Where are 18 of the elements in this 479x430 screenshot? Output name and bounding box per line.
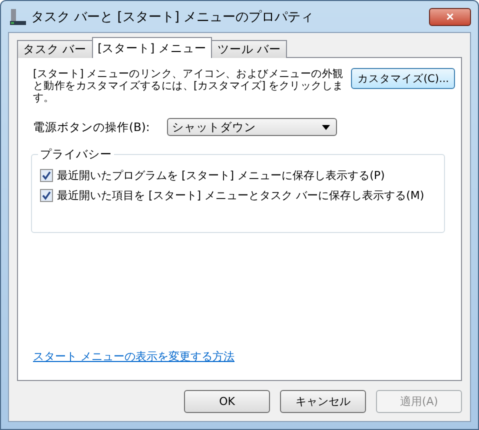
description-text: [スタート] メニューのリンク、アイコン、およびメニューの外観と動作をカスタマイズするには、[カスタマイズ] をクリックします。 [33,68,344,104]
checkbox-label[interactable]: 最近開いた項目を [スタート] メニューとタスク バーに保存し表示する(M) [57,188,424,203]
power-button-label: 電源ボタンの操作(B): [33,120,151,134]
group-title: プライバシー [38,147,114,162]
tab[interactable]: タスク バー [17,40,93,58]
tab[interactable]: [スタート] メニュー [92,37,212,58]
customize-button[interactable]: カスタマイズ(C)... [351,68,455,89]
help-link[interactable]: スタート メニューの表示を変更する方法 [33,349,234,364]
tab[interactable]: ツール バー [211,40,287,58]
checkbox-label[interactable]: 最近開いたプログラムを [スタート] メニューに保存し表示する(P) [57,168,385,183]
dialog-button[interactable]: キャンセル [280,390,366,413]
taskbar-icon [9,8,27,26]
power-action-dropdown[interactable]: シャットダウン [167,118,337,136]
checkbox[interactable] [40,169,53,182]
window-title: タスク バーと [スタート] メニューのプロパティ [31,8,315,26]
dialog-button[interactable]: OK [184,390,270,413]
checkbox[interactable] [40,189,53,202]
dropdown-arrow-icon [322,124,330,130]
